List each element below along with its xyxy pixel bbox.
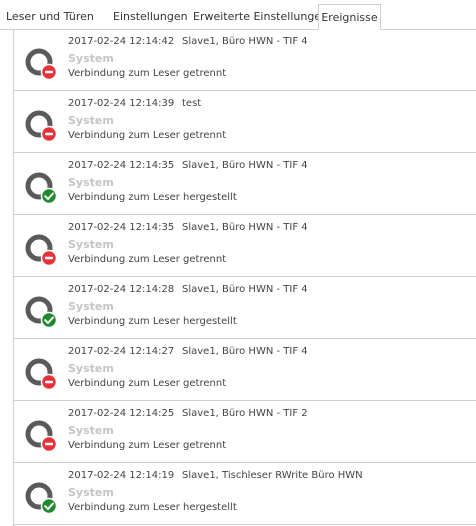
tab-readers-doors[interactable]: Leser und Türen xyxy=(6,5,94,29)
event-source: test xyxy=(182,98,202,109)
event-category: System xyxy=(68,176,114,189)
event-row[interactable]: 2017-02-24 12:14:42 Slave1, Büro HWN - T… xyxy=(14,30,476,91)
event-message: Verbindung zum Leser getrennt xyxy=(68,440,227,451)
reader-connected-icon xyxy=(25,296,58,329)
event-source: Slave1, Büro HWN - TIF 4 xyxy=(182,346,308,357)
event-source: Slave1, Büro HWN - TIF 4 xyxy=(182,222,308,233)
event-timestamp: 2017-02-24 12:14:42 xyxy=(68,36,175,47)
event-list[interactable]: 2017-02-24 12:14:42 Slave1, Büro HWN - T… xyxy=(13,30,476,526)
reader-disconnected-icon xyxy=(25,358,58,391)
event-row[interactable]: 2017-02-24 12:14:28 Slave1, Büro HWN - T… xyxy=(14,278,476,339)
event-category: System xyxy=(68,424,114,437)
event-timestamp: 2017-02-24 12:14:28 xyxy=(68,284,175,295)
event-timestamp: 2017-02-24 12:14:39 xyxy=(68,98,175,109)
event-row[interactable]: 2017-02-24 12:14:35 Slave1, Büro HWN - T… xyxy=(14,154,476,215)
event-timestamp: 2017-02-24 12:14:35 xyxy=(68,222,175,233)
reader-disconnected-icon xyxy=(25,48,58,81)
reader-connected-icon xyxy=(25,482,58,515)
event-row[interactable]: 2017-02-24 12:14:39 test System Verbindu… xyxy=(14,92,476,153)
event-source: Slave1, Büro HWN - TIF 4 xyxy=(182,284,308,295)
event-message: Verbindung zum Leser hergestellt xyxy=(68,316,237,327)
event-category: System xyxy=(68,486,114,499)
event-timestamp: 2017-02-24 12:14:27 xyxy=(68,346,175,357)
event-category: System xyxy=(68,362,114,375)
event-category: System xyxy=(68,52,114,65)
event-row[interactable]: 2017-02-24 12:14:19 Slave1, Tischleser R… xyxy=(14,464,476,525)
tab-events[interactable]: Ereignisse xyxy=(318,4,381,30)
event-row[interactable]: 2017-02-24 12:14:35 Slave1, Büro HWN - T… xyxy=(14,216,476,277)
event-message: Verbindung zum Leser hergestellt xyxy=(68,192,237,203)
event-message: Verbindung zum Leser hergestellt xyxy=(68,502,237,513)
event-timestamp: 2017-02-24 12:14:35 xyxy=(68,160,175,171)
event-timestamp: 2017-02-24 12:14:19 xyxy=(68,470,175,481)
tab-settings[interactable]: Einstellungen xyxy=(113,5,188,29)
event-category: System xyxy=(68,114,114,127)
event-message: Verbindung zum Leser getrennt xyxy=(68,68,227,79)
event-message: Verbindung zum Leser getrennt xyxy=(68,378,227,389)
reader-disconnected-icon xyxy=(25,234,58,267)
event-source: Slave1, Büro HWN - TIF 4 xyxy=(182,36,308,47)
reader-disconnected-icon xyxy=(25,110,58,143)
event-source: Slave1, Tischleser RWrite Büro HWN xyxy=(182,470,363,481)
tab-advanced-settings[interactable]: Erweiterte Einstellungen xyxy=(193,5,328,29)
event-category: System xyxy=(68,238,114,251)
event-source: Slave1, Büro HWN - TIF 2 xyxy=(182,408,308,419)
event-timestamp: 2017-02-24 12:14:25 xyxy=(68,408,175,419)
event-row[interactable]: 2017-02-24 12:14:27 Slave1, Büro HWN - T… xyxy=(14,340,476,401)
event-category: System xyxy=(68,300,114,313)
event-message: Verbindung zum Leser getrennt xyxy=(68,130,227,141)
tab-bar: Leser und Türen Einstellungen Erweiterte… xyxy=(0,0,476,30)
event-row[interactable]: 2017-02-24 12:14:25 Slave1, Büro HWN - T… xyxy=(14,402,476,463)
reader-connected-icon xyxy=(25,172,58,205)
reader-disconnected-icon xyxy=(25,420,58,453)
event-source: Slave1, Büro HWN - TIF 4 xyxy=(182,160,308,171)
event-message: Verbindung zum Leser getrennt xyxy=(68,254,227,265)
